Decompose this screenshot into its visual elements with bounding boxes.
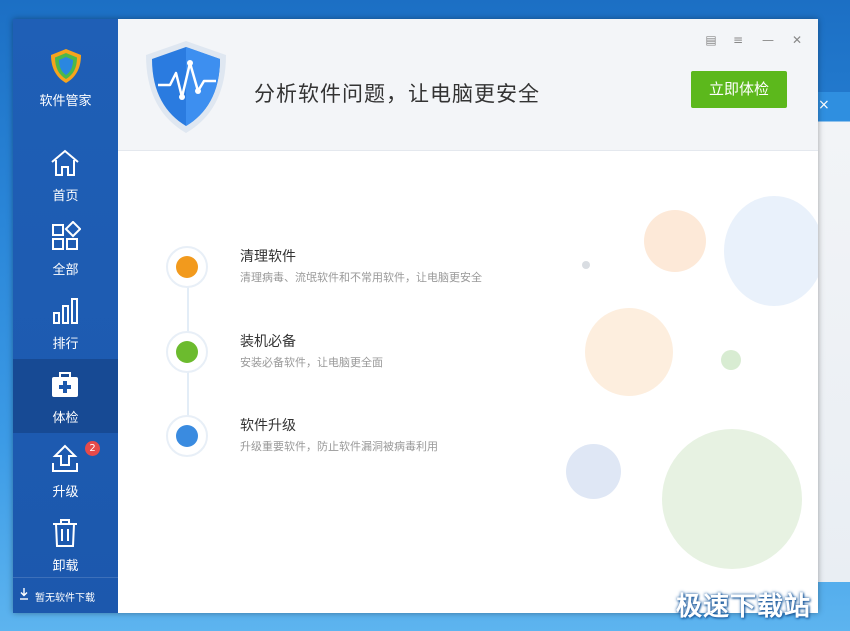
check-item-circle [166, 415, 208, 457]
shield-icon [146, 41, 226, 133]
broom-icon [176, 256, 198, 278]
close-icon[interactable]: ✕ [790, 33, 804, 47]
page-headline: 分析软件问题，让电脑更安全 [254, 82, 540, 106]
check-item-desc: 清理病毒、流氓软件和不常用软件，让电脑更安全 [240, 271, 482, 284]
app-window: 软件管家 首页 全部 排行 体检 2 升级 卸载 暂无软件下载 分析软件问题，让… [13, 19, 818, 613]
minimize-icon[interactable]: — [761, 33, 775, 47]
skin-icon[interactable]: ▤ [704, 33, 718, 47]
sidebar-item-all[interactable]: 全部 [13, 211, 118, 285]
header: 分析软件问题，让电脑更安全 立即体检 ▤ ≡ — ✕ [118, 19, 818, 151]
sidebar-item-ranking[interactable]: 排行 [13, 285, 118, 359]
check-item-desc: 升级重要软件，防止软件漏洞被病毒利用 [240, 440, 438, 453]
sidebar: 软件管家 首页 全部 排行 体检 2 升级 卸载 暂无软件下载 [13, 19, 118, 613]
sidebar-item-label: 升级 [52, 485, 79, 500]
check-item-desc: 安装必备软件，让电脑更全面 [240, 356, 383, 369]
home-icon [51, 149, 79, 176]
check-item-upgrade[interactable]: 软件升级 升级重要软件，防止软件漏洞被病毒利用 [166, 415, 666, 463]
start-checkup-button[interactable]: 立即体检 [691, 71, 787, 108]
sidebar-item-label: 全部 [52, 263, 79, 278]
check-item-essentials[interactable]: 装机必备 安装必备软件，让电脑更全面 [166, 331, 666, 379]
sidebar-item-uninstall[interactable]: 卸载 [13, 507, 118, 581]
background-close-icon[interactable]: × [818, 98, 830, 112]
decorative-bubble [721, 350, 741, 370]
sidebar-item-checkup[interactable]: 体检 [13, 359, 118, 433]
medical-kit-icon [52, 372, 78, 397]
app-logo-icon [51, 49, 81, 83]
check-item-title: 清理软件 [240, 249, 296, 265]
download-status[interactable]: 暂无软件下载 [13, 577, 118, 613]
grid-icon [52, 221, 81, 250]
check-item-title: 装机必备 [240, 334, 296, 350]
menu-icon[interactable]: ≡ [731, 33, 745, 47]
decorative-bubble [724, 196, 818, 306]
bar-chart-icon [53, 298, 78, 324]
check-item-circle [166, 246, 208, 288]
check-item-circle [166, 331, 208, 373]
app-title: 软件管家 [39, 94, 92, 109]
sidebar-item-upgrade[interactable]: 2 升级 [13, 433, 118, 507]
download-status-text: 暂无软件下载 [35, 593, 95, 604]
download-icon [20, 588, 28, 600]
upgrade-disc-icon [176, 425, 198, 447]
sidebar-item-label: 体检 [52, 411, 79, 426]
main-content: 分析软件问题，让电脑更安全 立即体检 ▤ ≡ — ✕ 清理软件 清理病毒、流氓软… [118, 19, 818, 613]
monitor-icon [176, 341, 198, 363]
update-count-badge: 2 [85, 441, 100, 456]
sidebar-item-label: 排行 [52, 337, 79, 352]
sidebar-item-label: 卸载 [52, 559, 79, 574]
watermark: 极速下载站 [676, 592, 812, 622]
trash-icon [53, 519, 77, 547]
sidebar-item-home[interactable]: 首页 [13, 137, 118, 211]
decorative-bubble [662, 429, 802, 569]
check-item-title: 软件升级 [240, 418, 296, 434]
upgrade-icon [52, 444, 78, 472]
check-item-clean[interactable]: 清理软件 清理病毒、流氓软件和不常用软件，让电脑更安全 [166, 246, 666, 294]
sidebar-item-label: 首页 [52, 189, 79, 204]
